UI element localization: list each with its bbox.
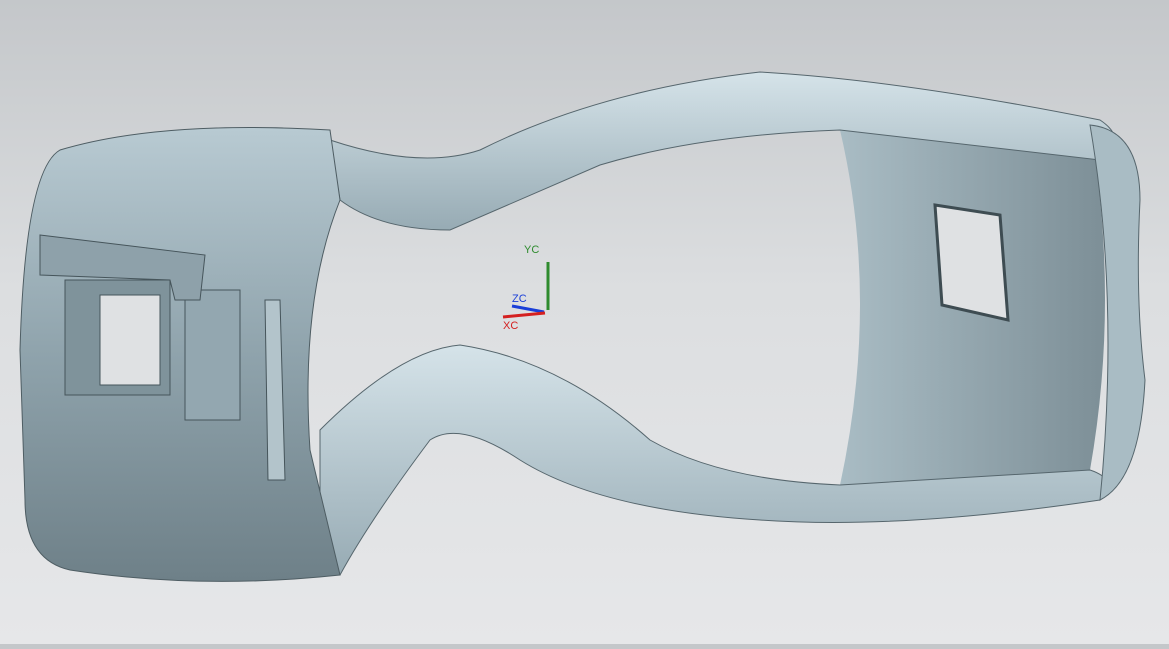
xc-label: XC (503, 320, 519, 332)
z-axis (511, 304, 545, 314)
zc-label: ZC (512, 293, 527, 305)
right-window (933, 203, 1010, 322)
part-model[interactable] (0, 0, 1169, 644)
yc-label: YC (524, 244, 540, 256)
x-axis (502, 311, 546, 319)
graphics-viewport[interactable]: YC ZC XC (0, 0, 1169, 644)
wcs-triad (502, 262, 550, 319)
left-tab (184, 289, 241, 421)
left-window-hole (99, 294, 161, 386)
